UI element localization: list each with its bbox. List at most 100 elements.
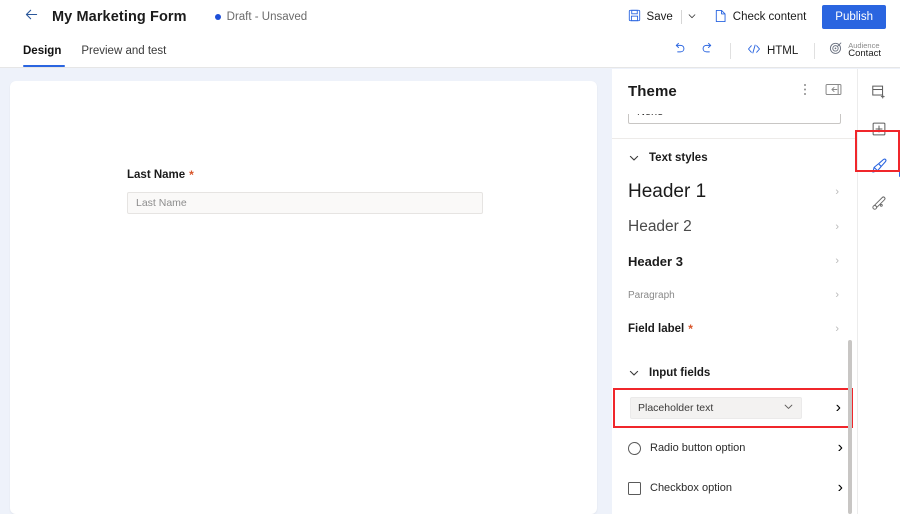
- panel-header: Theme: [612, 69, 857, 114]
- toolbar-divider-1: [730, 43, 731, 59]
- placeholder-text-select[interactable]: Placeholder text: [630, 397, 802, 419]
- theme-properties-panel: Theme: [612, 69, 857, 514]
- section-header-text-styles[interactable]: Text styles: [612, 139, 857, 173]
- radio-circle-icon: [628, 442, 641, 455]
- chevron-right-icon: ›: [838, 439, 843, 457]
- code-brackets-icon: [747, 43, 761, 58]
- style-row-placeholder-text[interactable]: Placeholder text ›: [615, 395, 851, 421]
- audience-value-label: Contact: [848, 49, 881, 59]
- save-options-button[interactable]: [683, 5, 701, 29]
- checkbox-option-left: Checkbox option: [628, 482, 732, 495]
- top-bar-actions: Save Check content Publ: [621, 0, 900, 34]
- style-row-field-label[interactable]: Field label * ›: [612, 312, 857, 346]
- section-label-input-fields: Input fields: [649, 367, 710, 379]
- publish-button[interactable]: Publish: [822, 5, 886, 29]
- audience-contact-button[interactable]: Audience Contact: [824, 38, 886, 64]
- tab-design-label: Design: [23, 45, 61, 57]
- chevron-down-icon: [628, 367, 640, 379]
- arrow-left-icon: [23, 6, 40, 28]
- field-label: Last Name *: [127, 169, 483, 181]
- section-label-text-styles: Text styles: [649, 152, 708, 164]
- tab-bar-actions: HTML Audience Contact: [667, 34, 900, 67]
- chevron-right-icon: ›: [835, 255, 843, 267]
- chevron-right-icon: ›: [835, 323, 843, 335]
- chevron-right-icon: ›: [838, 479, 843, 497]
- checkbox-square-icon: [628, 482, 641, 495]
- styles-roller-icon-button[interactable]: [864, 190, 894, 220]
- check-content-button[interactable]: Check content: [707, 5, 814, 29]
- panel-header-actions: [795, 82, 843, 102]
- style-row-header-1[interactable]: Header 1 ›: [612, 173, 857, 210]
- html-label: HTML: [767, 45, 798, 57]
- form-canvas-card[interactable]: Last Name * Last Name: [10, 81, 597, 514]
- top-command-bar: My Marketing Form Draft - Unsaved Save: [0, 0, 900, 34]
- placeholder-text-highlight: Placeholder text ›: [613, 388, 853, 428]
- theme-paintbrush-icon-button[interactable]: [864, 153, 894, 183]
- panel-title: Theme: [628, 83, 677, 100]
- save-button[interactable]: Save: [621, 5, 680, 29]
- add-element-plus-icon: [871, 121, 887, 142]
- page-title: My Marketing Form: [52, 9, 187, 25]
- tab-preview-label: Preview and test: [81, 45, 166, 57]
- ellipsis-vertical-icon: [803, 82, 807, 102]
- status-text: Draft - Unsaved: [227, 11, 308, 23]
- chevron-right-icon: ›: [835, 289, 843, 301]
- form-field-last-name[interactable]: Last Name * Last Name: [127, 169, 483, 214]
- style-row-paragraph[interactable]: Paragraph ›: [612, 278, 857, 312]
- undo-button[interactable]: [667, 39, 693, 63]
- panel-scrollbar[interactable]: [848, 340, 852, 514]
- chevron-right-icon: ›: [836, 399, 841, 417]
- add-element-icon-button[interactable]: [864, 116, 894, 146]
- chevron-down-icon: [628, 152, 640, 164]
- save-split-divider: [681, 10, 682, 24]
- style-row-label: Header 3: [628, 254, 683, 269]
- section-header-input-fields[interactable]: Input fields: [612, 354, 857, 388]
- audience-contact-labels: Audience Contact: [848, 42, 881, 60]
- add-section-icon: [871, 84, 887, 105]
- style-row-label: Paragraph: [628, 290, 675, 301]
- theme-paintbrush-icon: [871, 157, 888, 179]
- radio-option-left: Radio button option: [628, 442, 745, 455]
- toolbar-divider-2: [814, 43, 815, 59]
- chevron-down-icon: [783, 401, 794, 415]
- tab-design[interactable]: Design: [18, 34, 71, 67]
- back-button[interactable]: [18, 4, 44, 30]
- placeholder-text-value: Placeholder text: [638, 402, 783, 414]
- panel-scroll-content: None: [612, 114, 857, 508]
- style-row-radio-button-option[interactable]: Radio button option ›: [612, 428, 857, 468]
- chevron-down-icon: [687, 8, 697, 26]
- tab-preview-and-test[interactable]: Preview and test: [71, 34, 176, 67]
- chevron-down-icon: [821, 114, 832, 119]
- target-bullseye-icon: [829, 41, 843, 60]
- designer-tool-rail: [857, 69, 900, 514]
- document-check-icon: [714, 9, 727, 26]
- required-asterisk-icon: *: [189, 169, 194, 181]
- add-section-icon-button[interactable]: [864, 79, 894, 109]
- status-dot-icon: [215, 14, 221, 20]
- style-row-header-3[interactable]: Header 3 ›: [612, 244, 857, 278]
- undo-arrow-icon: [672, 41, 687, 61]
- style-row-label: Header 1: [628, 181, 706, 203]
- html-button[interactable]: HTML: [740, 39, 805, 63]
- chevron-right-icon: ›: [835, 221, 843, 233]
- redo-arrow-icon: [700, 41, 715, 61]
- redo-button[interactable]: [695, 39, 721, 63]
- required-asterisk-icon: *: [688, 323, 693, 335]
- style-row-checkbox-option[interactable]: Checkbox option ›: [612, 468, 857, 508]
- style-row-header-2[interactable]: Header 2 ›: [612, 210, 857, 244]
- option-label: Checkbox option: [650, 482, 732, 494]
- field-label-text: Last Name: [127, 169, 185, 181]
- theme-select-value: None: [637, 114, 821, 118]
- form-canvas-area: Last Name * Last Name: [0, 69, 612, 514]
- option-label: Radio button option: [650, 442, 745, 454]
- save-label: Save: [647, 11, 673, 23]
- style-row-label: Header 2: [628, 218, 692, 236]
- panel-scroll-region: None: [612, 114, 857, 514]
- theme-select[interactable]: None: [628, 114, 841, 124]
- panel-collapse-button[interactable]: [823, 82, 843, 102]
- last-name-input[interactable]: Last Name: [127, 192, 483, 214]
- tab-bar: Design Preview and test: [0, 34, 900, 68]
- styles-roller-icon: [871, 195, 887, 216]
- panel-more-button[interactable]: [795, 82, 815, 102]
- style-row-label: Field label: [628, 323, 684, 335]
